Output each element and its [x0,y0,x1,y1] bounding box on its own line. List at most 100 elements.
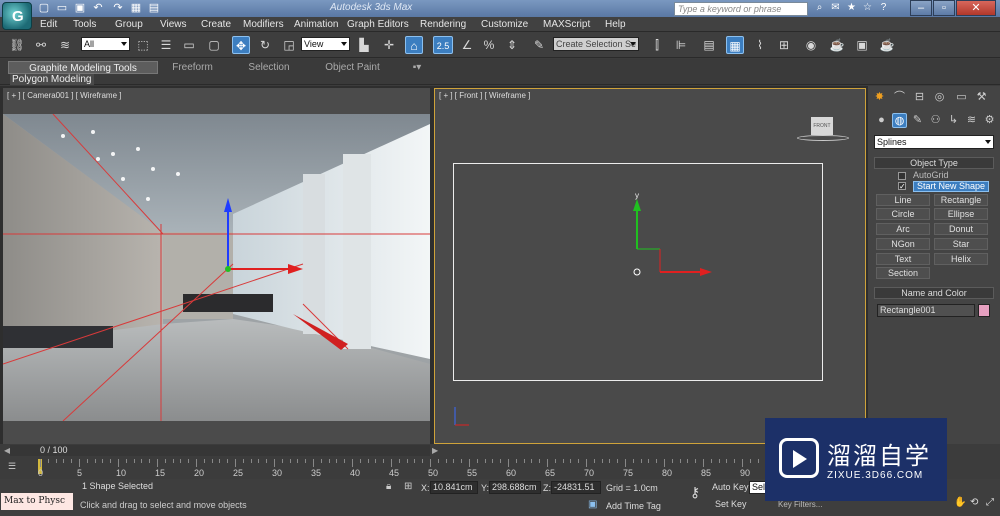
add-time-tag[interactable]: Add Time Tag [606,501,661,511]
arc-button[interactable]: Arc [876,223,930,235]
material-editor-icon[interactable]: ◉ [802,36,820,54]
layer-manager-icon[interactable]: ▤ [700,36,718,54]
hold-icon[interactable]: ▦ [128,1,144,15]
display-tab-icon[interactable]: ▭ [954,90,969,105]
menu-rendering[interactable]: Rendering [420,17,466,32]
select-object-icon[interactable]: ⬚ [134,36,152,54]
save-file-icon[interactable]: ▣ [72,1,88,15]
select-and-scale-icon[interactable]: ◲ [280,36,298,54]
helix-button[interactable]: Helix [934,253,988,265]
line-button[interactable]: Line [876,194,930,206]
maximize-button[interactable]: ▫ [933,0,955,16]
lock-selection-icon[interactable]: 🔒︎ [386,481,391,492]
section-button[interactable]: Section [876,267,930,279]
move-gizmo[interactable] [620,189,720,279]
rectangle-button[interactable]: Rectangle [934,194,988,206]
create-tab-icon[interactable]: ✸ [872,90,887,105]
set-key-icon[interactable]: ⚷ [683,484,707,506]
helpers-icon[interactable]: ↳ [946,113,961,128]
menu-graph-editors[interactable]: Graph Editors [347,17,409,32]
object-type-rollout[interactable]: Object Type [874,157,994,169]
ngon-button[interactable]: NGon [876,238,930,250]
render-production-icon[interactable]: ☕ [878,36,896,54]
graphite-toggle-icon[interactable]: ▦ [726,36,744,54]
pan-view-icon[interactable]: ✋ [954,497,966,508]
object-name-input[interactable]: Rectangle001 [877,304,975,317]
mirror-icon[interactable]: ⫿ [648,36,666,54]
help-icon[interactable]: ? [876,1,891,15]
time-tag-icon[interactable]: ▣ [588,499,597,510]
space-warps-icon[interactable]: ≋ [964,113,979,128]
menu-views[interactable]: Views [160,17,187,32]
window-crossing-icon[interactable]: ▢ [205,36,223,54]
use-pivot-center-icon[interactable]: ▙ [355,36,373,54]
tab-object-paint[interactable]: Object Paint [315,61,390,74]
selection-filter-dropdown[interactable]: All [81,37,130,51]
favorites-icon[interactable]: ☆ [860,1,875,15]
select-link-icon[interactable]: ⛓ [8,36,26,54]
schematic-view-icon[interactable]: ⊞ [775,36,793,54]
select-and-move-icon[interactable]: ✥ [232,36,250,54]
systems-icon[interactable]: ⚙ [982,113,997,128]
circle-button[interactable]: Circle [876,208,930,220]
keyboard-shortcut-override-icon[interactable]: ⌂ [405,36,423,54]
ellipse-button[interactable]: Ellipse [934,208,988,220]
edit-named-selection-icon[interactable]: ✎ [530,36,548,54]
unlink-icon[interactable]: ⚯ [32,36,50,54]
cameras-icon[interactable]: ⚇ [928,113,943,128]
donut-button[interactable]: Donut [934,223,988,235]
align-icon[interactable]: ⊫ [672,36,690,54]
shapes-icon[interactable]: ◍ [892,113,907,128]
menu-customize[interactable]: Customize [481,17,528,32]
angle-snap-icon[interactable]: ∠ [458,36,476,54]
polygon-modeling-panel[interactable]: Polygon Modeling [10,74,94,85]
mini-curve-editor-icon[interactable]: ☰ [8,461,16,472]
viewcube-front-face[interactable]: FRONT [811,117,833,135]
front-viewport[interactable]: [ + ] [ Front ] [ Wireframe ] FRONT y [434,88,866,444]
key-filters-button[interactable]: Key Filters... [778,500,822,509]
communication-center-icon[interactable]: ★ [844,1,859,15]
start-new-shape-button[interactable]: Start New Shape [913,181,989,192]
next-frame-icon[interactable]: ▶ [432,446,438,455]
name-and-color-rollout[interactable]: Name and Color [874,287,994,299]
text-button[interactable]: Text [876,253,930,265]
geometry-icon[interactable]: ● [874,113,889,128]
auto-key-button[interactable]: Auto Key [712,482,749,492]
lights-icon[interactable]: ✎ [910,113,925,128]
rectangle-selection-icon[interactable]: ▭ [180,36,198,54]
camera-viewport-label[interactable]: [ + ] [ Camera001 ] [ Wireframe ] [7,91,121,100]
search-input[interactable]: Type a keyword or phrase [674,2,808,16]
menu-animation[interactable]: Animation [294,17,338,32]
select-by-name-icon[interactable]: ☰ [157,36,175,54]
minimize-button[interactable]: – [910,0,932,16]
select-and-rotate-icon[interactable]: ↻ [256,36,274,54]
object-color-swatch[interactable] [978,304,990,317]
menu-tools[interactable]: Tools [73,17,96,32]
start-new-shape-checkbox[interactable]: ✓ [898,182,906,191]
set-key-button[interactable]: Set Key [715,499,747,509]
menu-edit[interactable]: Edit [40,17,57,32]
percent-snap-icon[interactable]: % [480,36,498,54]
subscription-icon[interactable]: ✉ [828,1,843,15]
tab-graphite-modeling-tools[interactable]: Graphite Modeling Tools [8,61,158,74]
app-logo-button[interactable]: G [2,2,32,30]
time-slider[interactable]: 0 / 100 [10,445,430,456]
menu-maxscript[interactable]: MAXScript [543,17,590,32]
utilities-tab-icon[interactable]: ⚒ [974,90,989,105]
bind-space-warp-icon[interactable]: ≋ [56,36,74,54]
camera-viewport[interactable]: [ + ] [ Camera001 ] [ Wireframe ] [3,88,430,444]
tab-freeform[interactable]: Freeform [160,61,225,74]
snaps-toggle-button[interactable]: 2.5 [433,36,453,54]
new-file-icon[interactable]: ▢ [36,1,52,15]
z-coordinate-field[interactable]: -24831.51 [551,481,601,494]
shape-category-dropdown[interactable]: Splines [874,135,994,149]
motion-tab-icon[interactable]: ◎ [932,90,947,105]
orbit-icon[interactable]: ⟲ [970,497,978,508]
named-selection-set-dropdown[interactable]: Create Selection Se [553,37,639,51]
modify-tab-icon[interactable]: ⌒ [892,90,907,105]
menu-modifiers[interactable]: Modifiers [243,17,284,32]
undo-icon[interactable]: ↶ [90,1,106,15]
reference-coordinate-dropdown[interactable]: View [301,37,350,51]
menu-help[interactable]: Help [605,17,626,32]
x-coordinate-field[interactable]: 10.841cm [430,481,478,494]
